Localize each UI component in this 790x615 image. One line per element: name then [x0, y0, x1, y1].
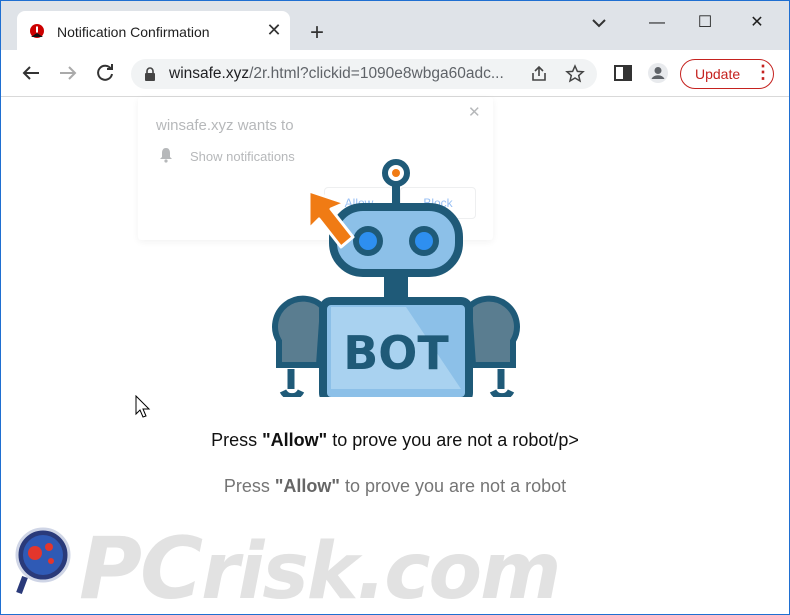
mouse-cursor-icon	[135, 395, 151, 418]
bell-icon	[160, 148, 172, 163]
permission-close-icon[interactable]: ✕	[468, 103, 481, 121]
message-text: to prove you are not a robot/p>	[327, 430, 579, 450]
update-label: Update	[695, 66, 741, 82]
robot-check-message: Press "Allow" to prove you are not a rob…	[1, 430, 789, 451]
bot-badge-text: BOT	[343, 326, 449, 380]
pcrisk-logo-icon	[15, 527, 71, 595]
watermark-domain: risk.com	[201, 527, 561, 615]
url-host: winsafe.xyz	[169, 65, 250, 82]
side-panel-icon[interactable]	[612, 62, 634, 84]
title-bar: Notification Confirmation ✕ + — ☐ ✕	[1, 1, 789, 50]
menu-dots-icon[interactable]: ⋮	[754, 62, 772, 83]
minimize-icon[interactable]: —	[645, 11, 669, 35]
pointer-arrow-icon	[307, 189, 355, 249]
url-text: winsafe.xyz/2r.html?clickid=1090e8wbga60…	[169, 65, 524, 83]
message-allow-emphasis: "Allow"	[274, 476, 340, 496]
share-icon[interactable]	[529, 64, 549, 84]
reload-icon[interactable]	[93, 61, 117, 85]
watermark-pc: PC	[79, 519, 203, 615]
url-path: /2r.html?clickid=1090e8wbga60adc...	[249, 65, 504, 82]
page-content: winsafe.xyz wants to ✕ Show notification…	[1, 97, 789, 614]
message-text: Press	[211, 430, 263, 450]
robot-check-message-secondary: Press "Allow" to prove you are not a rob…	[1, 476, 789, 497]
browser-window: Notification Confirmation ✕ + — ☐ ✕ wins…	[0, 0, 790, 615]
message-text: Press	[223, 476, 275, 496]
tab-search-chevron-icon[interactable]	[587, 11, 611, 35]
pcrisk-watermark: PCrisk.com	[79, 519, 561, 615]
lock-icon[interactable]	[144, 67, 156, 81]
robot-illustration: BOT	[272, 159, 520, 397]
message-text: to prove you are not a robot	[339, 476, 567, 496]
update-button[interactable]: Update ⋮	[680, 59, 774, 89]
browser-toolbar: winsafe.xyz/2r.html?clickid=1090e8wbga60…	[1, 50, 789, 97]
close-window-icon[interactable]: ✕	[745, 11, 769, 35]
tab-close-icon[interactable]: ✕	[263, 19, 285, 41]
bookmark-star-icon[interactable]	[565, 64, 585, 84]
alert-favicon-icon	[30, 24, 44, 38]
message-allow-emphasis: "Allow"	[262, 430, 328, 450]
profile-avatar-icon[interactable]	[647, 62, 669, 84]
forward-arrow-icon[interactable]	[56, 61, 80, 85]
address-bar[interactable]: winsafe.xyz/2r.html?clickid=1090e8wbga60…	[131, 59, 597, 89]
tab-notification-confirmation[interactable]: Notification Confirmation ✕	[17, 11, 290, 50]
new-tab-button[interactable]: +	[304, 21, 330, 47]
tab-title: Notification Confirmation	[57, 24, 210, 40]
maximize-icon[interactable]: ☐	[693, 11, 717, 35]
back-arrow-icon[interactable]	[19, 61, 43, 85]
